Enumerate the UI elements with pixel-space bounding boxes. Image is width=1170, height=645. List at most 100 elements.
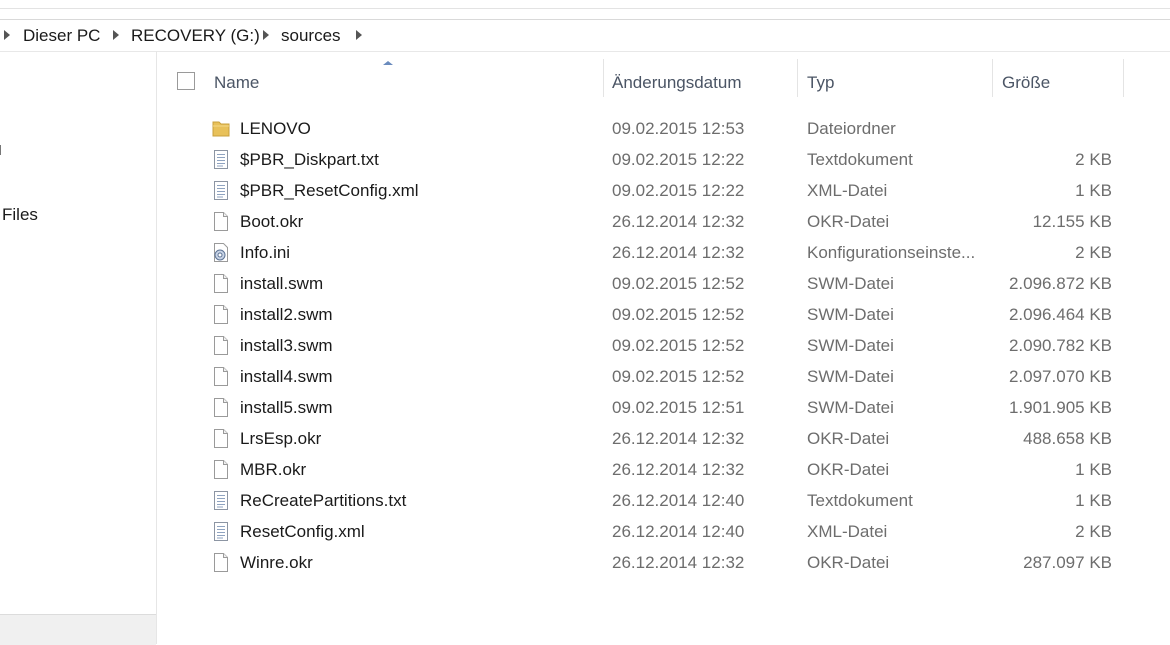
settings-file-icon (212, 242, 230, 263)
breadcrumb-item-sources[interactable]: sources (281, 26, 341, 46)
file-size: 2 KB (1075, 243, 1112, 262)
file-icon (212, 366, 230, 387)
file-row[interactable]: LENOVO 09.02.2015 12:53 Dateiordner (157, 113, 1170, 144)
file-size: 2.090.782 KB (1008, 336, 1112, 355)
file-row[interactable]: install5.swm 09.02.2015 12:51 SWM-Datei 1.9… (157, 392, 1170, 423)
file-name: LENOVO (240, 119, 311, 138)
file-date: 09.02.2015 12:22 (612, 150, 745, 169)
file-type: OKR-Datei (807, 429, 890, 448)
file-size: 2 KB (1075, 150, 1112, 169)
file-date: 09.02.2015 12:53 (612, 119, 745, 138)
file-icon (212, 459, 230, 480)
file-size: 488.658 KB (1023, 429, 1112, 448)
text-file-icon (212, 180, 230, 201)
file-row[interactable]: $PBR_ResetConfig.xml 09.02.2015 12:22 XML-… (157, 175, 1170, 206)
file-icon (212, 428, 230, 449)
column-divider[interactable] (603, 59, 604, 97)
file-type: Textdokument (807, 150, 913, 169)
file-name: Boot.okr (240, 212, 304, 231)
file-name: Info.ini (240, 243, 291, 262)
column-divider[interactable] (1123, 59, 1124, 97)
file-date: 26.12.2014 12:32 (612, 460, 745, 479)
address-bar[interactable]: Dieser PC RECOVERY (G:) sources (0, 19, 1170, 52)
file-size: 2.096.464 KB (1008, 305, 1112, 324)
file-row[interactable]: ResetConfig.xml 26.12.2014 12:40 XML-Datei… (157, 516, 1170, 547)
file-name: $PBR_ResetConfig.xml (240, 181, 419, 200)
breadcrumb-arrow-icon[interactable] (4, 30, 10, 40)
column-divider[interactable] (992, 59, 993, 97)
file-icon (212, 552, 230, 573)
file-icon (212, 397, 230, 418)
breadcrumb-arrow-icon[interactable] (113, 30, 119, 40)
file-row[interactable]: install2.swm 09.02.2015 12:52 SWM-Datei 2.0… (157, 299, 1170, 330)
file-size: 12.155 KB (1032, 212, 1112, 231)
column-header-size[interactable]: Größe (1002, 73, 1050, 93)
file-icon (212, 304, 230, 325)
file-date: 26.12.2014 12:32 (612, 429, 745, 448)
file-row[interactable]: Boot.okr 26.12.2014 12:32 OKR-Datei 12.155 … (157, 206, 1170, 237)
file-name: ReCreatePartitions.txt (240, 491, 407, 510)
select-all-checkbox[interactable] (177, 72, 195, 90)
file-size: 1 KB (1075, 460, 1112, 479)
file-row[interactable]: install3.swm 09.02.2015 12:52 SWM-Datei 2.0… (157, 330, 1170, 361)
file-row[interactable]: install.swm 09.02.2015 12:52 SWM-Datei 2.09… (157, 268, 1170, 299)
file-type: OKR-Datei (807, 212, 890, 231)
nav-pane-footer (0, 614, 156, 645)
file-date: 26.12.2014 12:40 (612, 522, 745, 541)
file-date: 26.12.2014 12:40 (612, 491, 745, 510)
file-row[interactable]: $PBR_Diskpart.txt 09.02.2015 12:22 Textdok… (157, 144, 1170, 175)
file-name: LrsEsp.okr (240, 429, 322, 448)
file-name: install2.swm (240, 305, 333, 324)
sort-ascending-icon (383, 61, 393, 65)
file-size: 1 KB (1075, 181, 1112, 200)
file-size: 2.096.872 KB (1008, 274, 1112, 293)
file-type: SWM-Datei (807, 305, 894, 324)
navigation-pane: Files (0, 51, 157, 645)
file-icon (212, 335, 230, 356)
file-type: OKR-Datei (807, 460, 890, 479)
file-name: $PBR_Diskpart.txt (240, 150, 379, 169)
file-row[interactable]: LrsEsp.okr 26.12.2014 12:32 OKR-Datei 488.6… (157, 423, 1170, 454)
file-row[interactable]: Winre.okr 26.12.2014 12:32 OKR-Datei 287.09… (157, 547, 1170, 578)
file-type: SWM-Datei (807, 336, 894, 355)
file-row[interactable]: Info.ini 26.12.2014 12:32 Konfigurationsei… (157, 237, 1170, 268)
file-date: 26.12.2014 12:32 (612, 553, 745, 572)
file-date: 09.02.2015 12:52 (612, 336, 745, 355)
file-type: SWM-Datei (807, 274, 894, 293)
text-file-icon (212, 149, 230, 170)
nav-edge-mark (0, 145, 4, 155)
column-header-type[interactable]: Typ (807, 73, 834, 93)
file-type: Dateiordner (807, 119, 896, 138)
breadcrumb-arrow-icon[interactable] (263, 30, 269, 40)
file-name: Winre.okr (240, 553, 313, 572)
nav-item-files[interactable]: Files (2, 205, 38, 225)
file-name: install3.swm (240, 336, 333, 355)
breadcrumb-arrow-icon[interactable] (356, 30, 362, 40)
file-icon (212, 211, 230, 232)
file-size: 1.901.905 KB (1008, 398, 1112, 417)
file-type: SWM-Datei (807, 398, 894, 417)
column-header-date[interactable]: Änderungsdatum (612, 73, 741, 93)
file-size: 287.097 KB (1023, 553, 1112, 572)
column-header-name[interactable]: Name (214, 73, 259, 93)
text-file-icon (212, 490, 230, 511)
file-row[interactable]: install4.swm 09.02.2015 12:52 SWM-Datei 2.0… (157, 361, 1170, 392)
column-divider[interactable] (797, 59, 798, 97)
file-type: Textdokument (807, 491, 913, 510)
text-file-icon (212, 521, 230, 542)
file-date: 09.02.2015 12:52 (612, 367, 745, 386)
file-row[interactable]: MBR.okr 26.12.2014 12:32 OKR-Datei 1 KB (157, 454, 1170, 485)
file-type: OKR-Datei (807, 553, 890, 572)
file-row[interactable]: ReCreatePartitions.txt 26.12.2014 12:40 Te… (157, 485, 1170, 516)
file-icon (212, 273, 230, 294)
file-size: 1 KB (1075, 491, 1112, 510)
file-name: install.swm (240, 274, 324, 293)
file-date: 26.12.2014 12:32 (612, 212, 745, 231)
file-date: 09.02.2015 12:22 (612, 181, 745, 200)
breadcrumb-item-this-pc[interactable]: Dieser PC (23, 26, 100, 46)
breadcrumb-item-recovery[interactable]: RECOVERY (G:) (131, 26, 260, 46)
file-type: SWM-Datei (807, 367, 894, 386)
file-name: install4.swm (240, 367, 333, 386)
file-type: XML-Datei (807, 181, 888, 200)
file-size: 2 KB (1075, 522, 1112, 541)
